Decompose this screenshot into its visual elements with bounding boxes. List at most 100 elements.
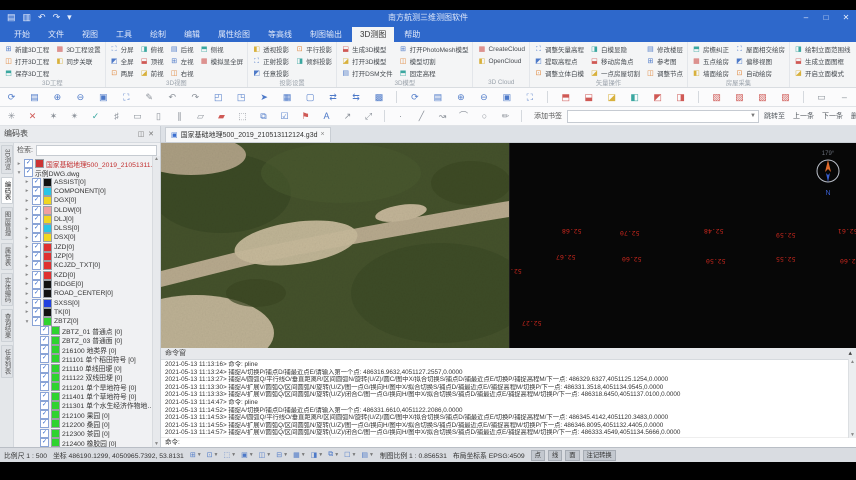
tree-item[interactable]: ▸✓ROAD_CENTER[0]: [16, 289, 160, 298]
checkbox[interactable]: ✓: [32, 233, 41, 242]
toolbar-icon[interactable]: ⛶: [524, 92, 535, 102]
ribbon-button[interactable]: ◪一点房屋切割: [590, 68, 640, 79]
chevron-down-icon[interactable]: ▼: [351, 452, 356, 458]
checkbox[interactable]: ✓: [32, 299, 41, 308]
toolbar-icon[interactable]: ✶: [48, 111, 59, 121]
vertical-tab[interactable]: 编码表: [1, 177, 13, 204]
document-tab[interactable]: ▣ 国家基础地理500_2019_210513112124.g3d ×: [165, 127, 331, 142]
chevron-down-icon[interactable]: ▼: [231, 452, 236, 458]
redo-icon[interactable]: ↷: [53, 13, 61, 22]
ribbon-button[interactable]: ◪开启立面模式: [794, 68, 851, 79]
ribbon-tab[interactable]: 制图输出: [302, 27, 350, 42]
checkbox[interactable]: ✓: [40, 410, 49, 419]
toolbar-icon[interactable]: ∥: [174, 111, 185, 121]
close-icon[interactable]: ✕: [146, 130, 156, 138]
toolbar-icon[interactable]: ⟳: [6, 92, 17, 102]
checkbox[interactable]: ✓: [40, 429, 49, 438]
ribbon-tab[interactable]: 3D测图: [352, 27, 394, 42]
toolbar-icon[interactable]: ⌒: [458, 111, 469, 121]
status-toggle-icon[interactable]: ▦▼: [293, 451, 306, 459]
ribbon-button[interactable]: ◫打开3D工程: [4, 56, 49, 67]
tree-item[interactable]: ▸✓DLSS[0]: [16, 224, 160, 233]
tree-item[interactable]: ▸✓SXSS[0]: [16, 298, 160, 307]
status-toggle-icon[interactable]: ⊟▼: [276, 451, 288, 459]
toolbar-icon[interactable]: ‒: [839, 92, 850, 102]
ribbon-button[interactable]: ⛶分屏: [110, 44, 134, 55]
ribbon-button[interactable]: ▤后视: [170, 44, 194, 55]
toolbar-icon[interactable]: ▭: [132, 111, 143, 121]
toolbar-icon[interactable]: ↝: [437, 111, 448, 121]
toolbar-icon[interactable]: ▤: [432, 92, 443, 102]
status-toggle-icon[interactable]: ⧉▼: [328, 451, 339, 459]
tree-item[interactable]: ▸✓JZD[0]: [16, 243, 160, 252]
expand-arrow-icon[interactable]: ▸: [24, 272, 30, 278]
toolbar-icon[interactable]: ⊕: [455, 92, 466, 102]
toolbar-icon[interactable]: ▦: [282, 92, 293, 102]
ribbon-button[interactable]: ⬓生成3D模型: [341, 44, 392, 55]
scroll-down-icon[interactable]: ▼: [850, 432, 855, 438]
checkbox[interactable]: ✓: [24, 159, 33, 168]
command-scrollbar[interactable]: ▲▼: [848, 359, 856, 438]
status-button[interactable]: 点: [531, 450, 545, 461]
vertical-tab[interactable]: 任务列表: [1, 345, 13, 378]
ribbon-button[interactable]: ⊞新建3D工程: [4, 44, 49, 55]
qat-more-icon[interactable]: ▾: [67, 13, 72, 22]
toolbar-icon[interactable]: ▯: [153, 111, 164, 121]
checkbox[interactable]: ✓: [40, 326, 49, 335]
toolbar-icon[interactable]: ▣: [98, 92, 109, 102]
checkbox[interactable]: ✓: [32, 178, 41, 187]
expand-arrow-icon[interactable]: ▾: [24, 319, 30, 325]
ribbon-button[interactable]: ◩提取高程点: [534, 56, 584, 67]
tree-item[interactable]: ✓ZBTZ_03 普通面 [0]: [16, 336, 160, 345]
toolbar-icon[interactable]: ✏: [500, 111, 511, 121]
toolbar-icon[interactable]: ▨: [780, 92, 791, 102]
ribbon-tab[interactable]: 等高线: [260, 27, 300, 42]
toolbar-icon[interactable]: ✳: [6, 111, 17, 121]
expand-arrow-icon[interactable]: ▸: [24, 291, 30, 297]
undo-icon[interactable]: ↶: [38, 13, 46, 22]
vertical-tab[interactable]: 3D浏览: [1, 145, 13, 174]
tree-item[interactable]: ▸✓RIDGE[0]: [16, 280, 160, 289]
new-file-icon[interactable]: ▤: [7, 13, 16, 22]
ribbon-tab[interactable]: 编辑: [176, 27, 208, 42]
expand-arrow-icon[interactable]: ▸: [24, 235, 30, 241]
expand-arrow-icon[interactable]: ▸: [24, 179, 30, 185]
toolbar-icon[interactable]: ✴: [69, 111, 80, 121]
status-toggle-icon[interactable]: ☐▼: [344, 451, 356, 459]
tree-item[interactable]: ▾✓示例DWG.dwg: [16, 168, 160, 177]
expand-arrow-icon[interactable]: ▸: [24, 188, 30, 194]
ribbon-button[interactable]: ⬒房檐纠正: [692, 44, 729, 55]
expand-arrow-icon[interactable]: ▸: [24, 263, 30, 269]
toolbar-icon[interactable]: ◪: [606, 92, 617, 102]
expand-arrow-icon[interactable]: ▸: [24, 254, 30, 260]
status-button[interactable]: 注记转换: [583, 450, 616, 461]
toolbar-icon[interactable]: ▣: [501, 92, 512, 102]
bookmark-button[interactable]: 删除: [851, 111, 856, 121]
chevron-down-icon[interactable]: ▼: [214, 452, 219, 458]
toolbar-icon[interactable]: ▢: [305, 92, 316, 102]
expand-arrow-icon[interactable]: ▸: [24, 216, 30, 222]
toolbar-icon[interactable]: ⤢: [363, 111, 374, 121]
tree-item[interactable]: ✓212200 桑园 [0]: [16, 419, 160, 428]
expand-arrow-icon[interactable]: ▸: [24, 309, 30, 315]
chevron-down-icon[interactable]: ▼: [369, 452, 374, 458]
status-toggle-icon[interactable]: ▤▼: [361, 451, 374, 459]
checkbox[interactable]: ✓: [40, 336, 49, 345]
ribbon-button[interactable]: ◧透视投影: [252, 44, 289, 55]
ribbon-button[interactable]: ⛶调整矢量高程: [534, 44, 584, 55]
ribbon-button[interactable]: ▤打开DSM文件: [341, 68, 392, 79]
checkbox[interactable]: ✓: [32, 289, 41, 298]
tree-item[interactable]: ▸✓TK[0]: [16, 308, 160, 317]
ribbon-button[interactable]: ▦CreateCloud: [477, 44, 525, 55]
expand-arrow-icon[interactable]: ▸: [24, 300, 30, 306]
toolbar-icon[interactable]: ✎: [144, 92, 155, 102]
tree-item[interactable]: ✓211401 单个草地符号 [0]: [16, 391, 160, 400]
toolbar-icon[interactable]: ▧: [711, 92, 722, 102]
tree-item[interactable]: ✓211201 单个旱地符号 [0]: [16, 382, 160, 391]
ribbon-button[interactable]: ⛶正射投影: [252, 56, 289, 67]
status-toggle-icon[interactable]: ◨▼: [311, 451, 324, 459]
status-toggle-icon[interactable]: ⊞▼: [190, 451, 202, 459]
checkbox[interactable]: ✓: [32, 280, 41, 289]
ribbon-button[interactable]: ◨白模显隐: [590, 44, 640, 55]
tree-item[interactable]: ▸✓DLDW[0]: [16, 205, 160, 214]
